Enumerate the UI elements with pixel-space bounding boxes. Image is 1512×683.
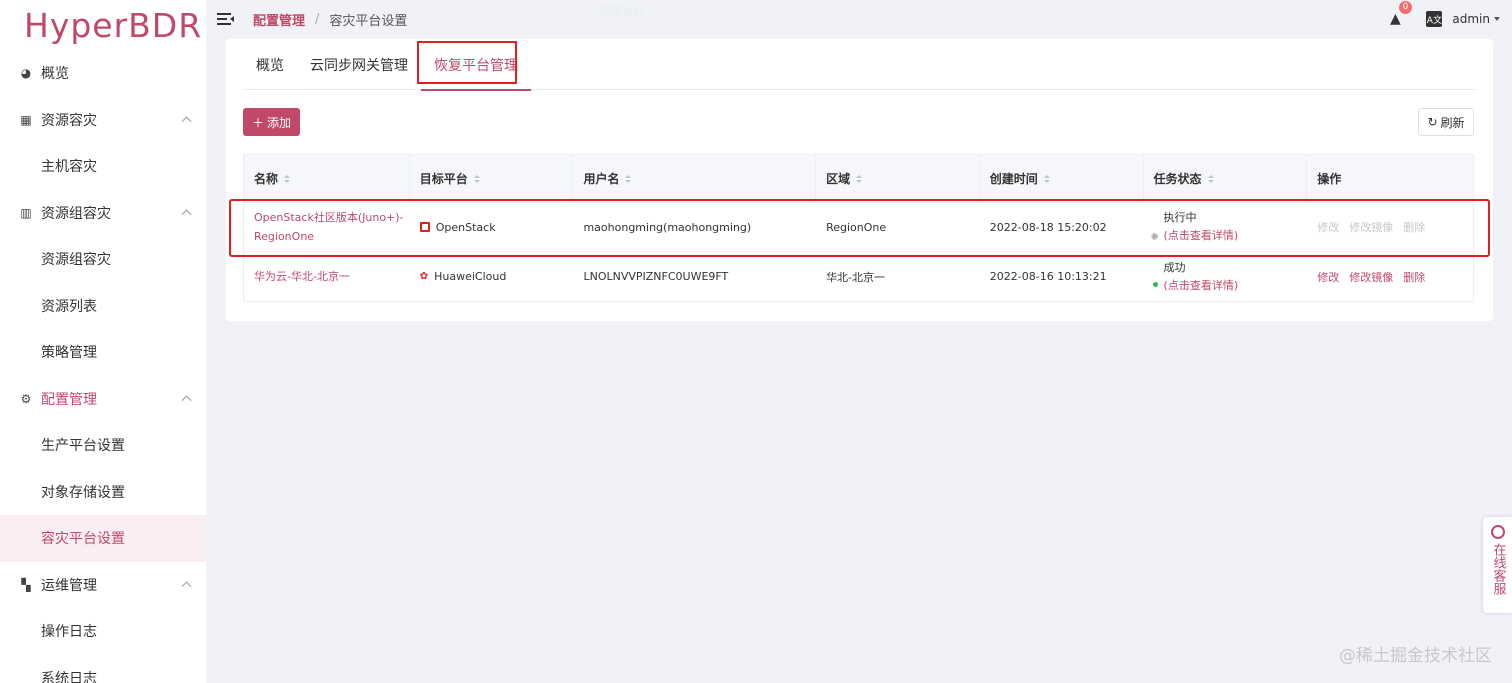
edit-image-button[interactable]: 修改镜像 [1349,219,1393,235]
notification-badge: 0 [1398,1,1413,14]
tab-recovery-platform[interactable]: 恢复平台管理 [421,39,531,91]
add-button[interactable]: ＋ 添加 [243,108,300,136]
edit-image-button[interactable]: 修改镜像 [1349,269,1393,285]
chevron-up-icon [181,395,192,406]
status-detail-link[interactable]: (点击查看详情) [1164,277,1239,295]
sidebar-item-policy[interactable]: 策略管理 [0,329,206,376]
row-name-link[interactable]: 华为云-华北-北京一 [244,252,410,301]
online-service-label: 在线客服 [1490,543,1506,595]
headset-icon [1490,525,1505,539]
sidebar-group-config[interactable]: ⚙ 配置管理 [0,376,206,423]
breadcrumb-item: 容灾平台设置 [329,13,408,29]
tab-bar: 概览 云同步网关管理 恢复平台管理 [243,39,1476,91]
add-button-label: 添加 [267,115,292,130]
sidebar-item-label: 资源容灾 [41,112,97,129]
settings-icon: ⚙ [20,391,32,406]
table-header: 名称 目标平台 用户名 区域 创建时间 任务状态 操作 [244,155,1473,203]
column-header-name[interactable]: 名称 [244,155,410,202]
breadcrumb-separator: / [315,11,320,27]
username-cell: LNOLNVVPIZNFC0UWE9FT [583,270,729,283]
username: admin [1452,12,1490,26]
status-detail-link[interactable]: (点击查看详情) [1164,227,1239,245]
created-cell: 2022-08-16 10:13:21 [989,270,1107,283]
edit-button[interactable]: 修改 [1317,269,1339,285]
sidebar: HyperBDR ◕ 概览 ▦ 资源容灾 主机容灾 ▥ 资源组容灾 资源组容灾 … [0,0,206,683]
sidebar-item-label: 资源组容灾 [41,205,111,222]
menu-collapse-icon[interactable] [217,12,235,26]
sidebar-item-host-dr[interactable]: 主机容灾 [0,143,206,190]
breadcrumb-item[interactable]: 配置管理 [253,10,305,29]
row-name-link[interactable]: OpenStack社区版本(Juno+)- RegionOne [244,203,410,251]
sidebar-item-sys-log[interactable]: 系统日志 [0,655,206,683]
dashboard-icon: ◕ [20,66,32,81]
sidebar-item-dr-platform[interactable]: 容灾平台设置 [0,515,206,562]
delete-button[interactable]: 删除 [1403,269,1425,285]
refresh-button-label: 刷新 [1440,115,1465,130]
chevron-up-icon [181,581,192,592]
column-header-status[interactable]: 任务状态 [1144,155,1308,202]
status-text: 成功 [1163,260,1186,274]
sidebar-item-production-platform[interactable]: 生产平台设置 [0,422,206,469]
sort-icon [284,174,291,183]
sort-icon [1043,174,1050,183]
sidebar-item-resource-list[interactable]: 资源列表 [0,283,206,330]
refresh-button[interactable]: ↻ 刷新 [1418,108,1474,136]
tab-cloud-gateway[interactable]: 云同步网关管理 [297,39,421,90]
column-header-actions: 操作 [1317,172,1342,186]
created-cell: 2022-08-18 15:20:02 [989,220,1107,234]
column-header-username[interactable]: 用户名 [573,155,817,202]
sidebar-group-ops[interactable]: ▚ 运维管理 [0,562,206,609]
table-row: 华为云-华北-北京一 ✿ HuaweiCloud LNOLNVVPIZNFC0UW… [244,252,1473,301]
loading-icon: ✺ [1150,232,1159,243]
chevron-up-icon [181,209,192,220]
column-header-region[interactable]: 区域 [816,155,980,202]
huawei-icon: ✿ [419,271,429,282]
username-cell: maohongming(maohongming) [583,220,752,234]
edit-button[interactable]: 修改 [1317,219,1339,235]
watermark: @稀土掘金技术社区 [1339,646,1492,666]
plus-icon: ＋ [251,115,264,130]
sidebar-group-resource-group-dr[interactable]: ▥ 资源组容灾 [0,190,206,237]
table-row: OpenStack社区版本(Juno+)- RegionOne OpenStack… [244,203,1473,252]
sidebar-item-label: 运维管理 [41,577,97,594]
app-logo: HyperBDR [24,5,203,45]
faint-status-text: 正常运行 [600,4,644,17]
chevron-up-icon [181,116,192,127]
delete-button[interactable]: 删除 [1403,219,1425,235]
openstack-icon [419,222,430,232]
online-service-widget[interactable]: 在线客服 [1483,517,1512,613]
language-icon[interactable]: A文 [1426,11,1443,27]
main-card: 概览 云同步网关管理 恢复平台管理 ＋ 添加 ↻ 刷新 名称 目标平台 用户名 … [226,39,1493,321]
sidebar-item-label: 配置管理 [41,391,97,408]
caret-down-icon [1494,17,1500,21]
sidebar-item-overview[interactable]: ◕ 概览 [0,50,206,97]
region-cell: 华北-北京一 [826,270,886,284]
sort-icon [1207,174,1214,183]
sort-icon [473,174,480,183]
column-header-platform[interactable]: 目标平台 [410,155,574,202]
success-dot-icon [1152,281,1158,287]
breadcrumb: 配置管理 / 容灾平台设置 [253,10,407,29]
platform-name: HuaweiCloud [434,270,507,283]
sidebar-group-resource-dr[interactable]: ▦ 资源容灾 [0,97,206,144]
group-icon: ▥ [20,205,32,220]
platform-name: OpenStack [435,220,496,234]
ops-icon: ▚ [21,577,31,592]
region-cell: RegionOne [826,220,887,234]
sidebar-item-object-storage[interactable]: 对象存储设置 [0,469,206,516]
server-icon: ▦ [20,112,32,127]
status-text: 执行中 [1163,211,1197,224]
bell-icon[interactable]: ▲ 0 [1386,1,1413,28]
sidebar-item-op-log[interactable]: 操作日志 [0,608,206,655]
user-menu[interactable]: admin [1452,12,1500,26]
sort-icon [625,174,632,183]
column-header-created[interactable]: 创建时间 [980,155,1144,202]
refresh-icon: ↻ [1427,115,1438,129]
sidebar-item-label: 概览 [41,66,69,83]
tab-overview[interactable]: 概览 [243,39,297,90]
platform-table: 名称 目标平台 用户名 区域 创建时间 任务状态 操作 OpenStack社区版… [243,154,1474,302]
top-header: 配置管理 / 容灾平台设置 ▲ 0 A文 admin [206,0,1512,38]
sort-icon [856,174,863,183]
sidebar-item-resource-group-dr[interactable]: 资源组容灾 [0,236,206,283]
